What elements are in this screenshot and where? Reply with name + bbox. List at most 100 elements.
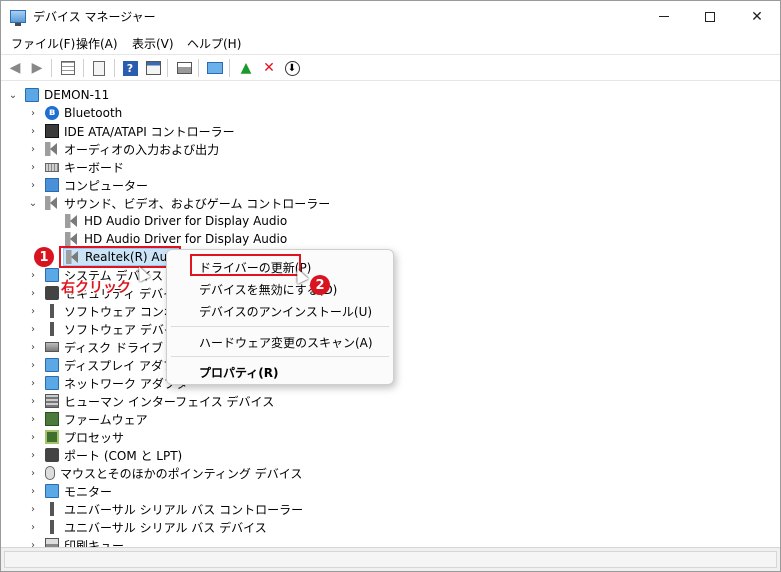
tree-item-label: HD Audio Driver for Display Audio [84, 232, 288, 246]
menu-separator [171, 326, 389, 327]
chevron-right-icon[interactable]: › [27, 180, 39, 191]
chevron-right-icon[interactable]: › [27, 468, 39, 479]
tree-item-processors[interactable]: › プロセッサ [27, 428, 124, 446]
chevron-right-icon[interactable]: › [27, 486, 39, 497]
title-bar: デバイス マネージャー ✕ [1, 1, 780, 32]
chevron-right-icon[interactable]: › [27, 432, 39, 443]
document-icon[interactable] [90, 59, 108, 77]
chevron-right-icon[interactable]: › [27, 504, 39, 515]
uninstall-icon[interactable]: ✕ [260, 59, 278, 77]
chevron-right-icon[interactable]: › [27, 270, 39, 281]
toolbar: ◀ ▶ ? ▲ ✕ ⬇ [1, 54, 780, 81]
menu-uninstall-device[interactable]: デバイスのアンインストール(U) [199, 303, 372, 320]
speaker-icon [45, 196, 59, 210]
tree-item-hid[interactable]: › ヒューマン インターフェイス デバイス [27, 392, 274, 410]
tree-item-label: プロセッサ [64, 430, 125, 445]
print-icon[interactable] [175, 59, 193, 77]
toolbar-separator [198, 59, 199, 77]
speaker-icon [65, 232, 79, 246]
chevron-right-icon[interactable]: › [27, 108, 39, 119]
tree-item-disk-drives[interactable]: › ディスク ドライブ [27, 338, 163, 356]
tree-item-label: Bluetooth [64, 106, 123, 120]
chevron-down-icon[interactable]: ⌄ [7, 90, 19, 101]
chevron-right-icon[interactable]: › [27, 288, 39, 299]
tree-item-sound-video-game[interactable]: ⌄ サウンド、ビデオ、およびゲーム コントローラー [27, 194, 330, 212]
chevron-right-icon[interactable]: › [27, 162, 39, 173]
hid-icon [45, 394, 59, 408]
disable-device-icon[interactable]: ⬇ [283, 59, 301, 77]
usb-icon [45, 502, 59, 516]
view-icon[interactable] [144, 59, 162, 77]
menu-properties[interactable]: プロパティ(R) [199, 364, 279, 381]
minimize-button[interactable] [641, 1, 687, 32]
forward-icon[interactable]: ▶ [28, 59, 46, 77]
tree-item-label: 印刷キュー [64, 538, 125, 548]
tree-item-print-queues[interactable]: › 印刷キュー [27, 536, 124, 547]
menu-file[interactable]: ファイル(F) [11, 35, 75, 52]
chevron-right-icon[interactable]: › [27, 126, 39, 137]
tree-item-computer[interactable]: › コンピューター [27, 176, 148, 194]
tree-item-software-devices[interactable]: › ソフトウェア デバイス [27, 320, 187, 338]
tree-item-audio-io[interactable]: › オーディオの入力および出力 [27, 140, 219, 158]
keyboard-icon [45, 162, 59, 172]
mouse-icon [45, 466, 55, 480]
tree-item-usb-devices[interactable]: › ユニバーサル シリアル バス デバイス [27, 518, 267, 536]
update-driver-icon[interactable]: ▲ [237, 59, 255, 77]
chevron-right-icon[interactable]: › [27, 450, 39, 461]
window-title: デバイス マネージャー [33, 10, 156, 24]
highlight-update-driver-box [190, 254, 301, 276]
tree-item-ports[interactable]: › ポート (COM と LPT) [27, 446, 182, 464]
tree-item-label: ディスク ドライブ [64, 340, 163, 355]
security-device-icon [45, 286, 59, 300]
toolbar-separator [114, 59, 115, 77]
firmware-icon [45, 412, 59, 426]
chevron-right-icon[interactable]: › [27, 342, 39, 353]
usb-icon [45, 520, 59, 534]
menu-help[interactable]: ヘルプ(H) [187, 35, 241, 52]
tree-item-label: ポート (COM と LPT) [64, 448, 183, 463]
chevron-right-icon[interactable]: › [27, 144, 39, 155]
menu-scan-hardware[interactable]: ハードウェア変更のスキャン(A) [199, 334, 373, 351]
speaker-icon [65, 214, 79, 228]
toolbar-separator [167, 59, 168, 77]
chevron-right-icon[interactable]: › [27, 378, 39, 389]
tree-item-keyboard[interactable]: › キーボード [27, 158, 124, 176]
port-icon [45, 448, 59, 462]
back-icon[interactable]: ◀ [6, 59, 24, 77]
chevron-right-icon[interactable]: › [27, 522, 39, 533]
close-button[interactable]: ✕ [734, 1, 780, 32]
properties-sheet-icon[interactable] [59, 59, 77, 77]
tree-item-label: コンピューター [64, 178, 149, 193]
tree-item-mice[interactable]: › マウスとそのほかのポインティング デバイス [27, 464, 302, 482]
chevron-right-icon[interactable]: › [27, 414, 39, 425]
chevron-right-icon[interactable]: › [27, 360, 39, 371]
computer-icon [25, 88, 39, 102]
tree-item-firmware[interactable]: › ファームウェア [27, 410, 148, 428]
tree-item-monitors[interactable]: › モニター [27, 482, 112, 500]
highlight-realtek-box [59, 246, 181, 268]
tree-item-ide[interactable]: › IDE ATA/ATAPI コントローラー [27, 122, 235, 140]
menu-separator [171, 356, 389, 357]
scan-hardware-icon[interactable] [206, 59, 224, 77]
tree-item-label: サウンド、ビデオ、およびゲーム コントローラー [64, 196, 331, 211]
device-manager-icon [10, 10, 26, 26]
maximize-button[interactable] [687, 1, 733, 32]
menu-action[interactable]: 操作(A) [76, 35, 118, 52]
chevron-right-icon[interactable]: › [27, 306, 39, 317]
device-manager-window: デバイス マネージャー ✕ ファイル(F) 操作(A) 表示(V) ヘルプ(H)… [0, 0, 781, 572]
tree-item-label: オーディオの入力および出力 [64, 142, 220, 157]
tree-root[interactable]: ⌄ DEMON-11 [7, 86, 109, 104]
tree-item-bluetooth[interactable]: › ʙ Bluetooth [27, 104, 122, 122]
tree-item-hd-audio-1[interactable]: HD Audio Driver for Display Audio [65, 212, 287, 230]
printer-icon [45, 538, 59, 547]
chevron-right-icon[interactable]: › [27, 396, 39, 407]
help-icon[interactable]: ? [121, 59, 139, 77]
tree-item-usb-controllers[interactable]: › ユニバーサル シリアル バス コントローラー [27, 500, 303, 518]
close-icon: ✕ [751, 8, 763, 25]
menu-view[interactable]: 表示(V) [132, 35, 174, 52]
chevron-right-icon[interactable]: › [27, 324, 39, 335]
toolbar-separator [51, 59, 52, 77]
chevron-down-icon[interactable]: ⌄ [27, 198, 39, 209]
chevron-right-icon[interactable]: › [27, 540, 39, 548]
bluetooth-icon: ʙ [45, 106, 59, 120]
